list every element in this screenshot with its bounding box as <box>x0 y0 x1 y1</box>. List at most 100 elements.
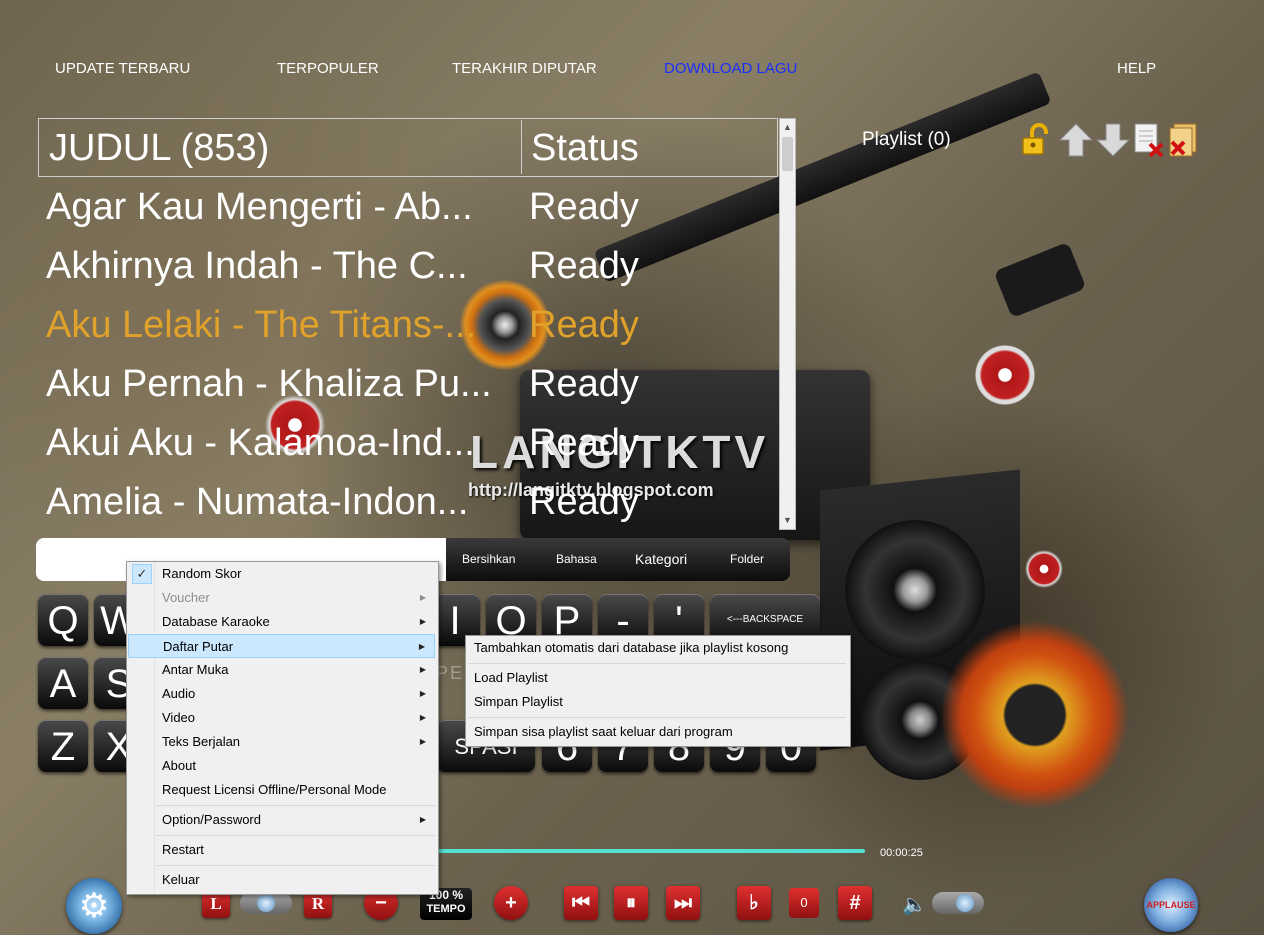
submenu-arrow-icon: ▶ <box>419 593 426 602</box>
menu-item-teks-berjalan[interactable]: Teks Berjalan ▶ <box>128 730 435 754</box>
key-value: 0 <box>789 888 819 918</box>
move-down-icon[interactable] <box>1095 122 1131 158</box>
scroll-thumb[interactable] <box>782 137 793 171</box>
filter-folder-button[interactable]: Folder <box>730 538 764 581</box>
submenu-arrow-icon: ▶ <box>419 665 426 674</box>
next-icon[interactable]: ⏭ <box>666 886 700 920</box>
key-a[interactable]: A <box>38 657 88 709</box>
toggle-knob <box>257 894 275 912</box>
column-header-title[interactable]: JUDUL (853) <box>49 118 269 178</box>
submenu-arrow-icon: ▶ <box>419 617 426 626</box>
menu-separator <box>156 805 435 806</box>
menu-item-about[interactable]: About <box>128 754 435 778</box>
menu-separator <box>156 865 435 866</box>
menu-item-label: Option/Password <box>162 812 261 827</box>
song-title: Amelia - Numata-Indon... <box>46 481 469 523</box>
menu-item-label: Audio <box>162 686 196 701</box>
pause-icon[interactable]: ⏸ <box>614 886 648 920</box>
song-status: Ready <box>529 245 639 287</box>
scroll-up-arrow-icon[interactable]: ▲ <box>780 119 795 136</box>
tempo-up-button[interactable]: + <box>494 886 528 920</box>
song-title: Agar Kau Mengerti - Ab... <box>46 186 473 228</box>
nav-help[interactable]: HELP <box>1117 60 1156 77</box>
song-title: Akui Aku - Kalamoa-Ind... <box>46 422 475 464</box>
tempo-label: TEMPO <box>426 903 466 915</box>
menu-item-voucher[interactable]: Voucher ▶ <box>128 586 435 610</box>
song-status: Ready <box>529 186 639 228</box>
song-row[interactable]: Akui Aku - Kalamoa-Ind... Ready <box>38 414 778 473</box>
volume-toggle[interactable] <box>932 892 984 914</box>
channel-balance-toggle[interactable] <box>240 892 292 914</box>
elapsed-time: 00:00:25 <box>880 847 923 859</box>
delete-all-icon[interactable] <box>1166 122 1202 158</box>
progress-fill <box>437 849 865 853</box>
song-row[interactable]: Amelia - Numata-Indon... Ready <box>38 473 778 532</box>
song-row[interactable]: Aku Pernah - Khaliza Pu... Ready <box>38 355 778 414</box>
nav-terakhir-diputar[interactable]: TERAKHIR DIPUTAR <box>452 60 597 77</box>
submenu-arrow-icon: ▶ <box>418 642 425 651</box>
unlock-icon[interactable] <box>1020 122 1056 158</box>
volume-icon[interactable]: 🔈 <box>902 892 927 917</box>
submenu-item-save-on-exit[interactable]: Simpan sisa playlist saat keluar dari pr… <box>474 720 733 744</box>
menu-item-label: Restart <box>162 842 204 857</box>
menu-item-label: Keluar <box>162 872 200 887</box>
scroll-down-arrow-icon[interactable]: ▼ <box>780 512 795 529</box>
menu-item-daftar-putar[interactable]: Daftar Putar ▶ <box>128 634 435 658</box>
menu-item-restart[interactable]: Restart <box>128 838 435 862</box>
menu-item-database-karaoke[interactable]: Database Karaoke ▶ <box>128 610 435 634</box>
song-row-selected[interactable]: Aku Lelaki - The Titans-... Ready <box>38 296 778 355</box>
column-header-status[interactable]: Status <box>531 118 639 178</box>
menu-item-video[interactable]: Video ▶ <box>128 706 435 730</box>
menu-item-label: Database Karaoke <box>162 614 270 629</box>
submenu-item-save-playlist[interactable]: Simpan Playlist <box>474 690 563 714</box>
menu-item-label: Teks Berjalan <box>162 734 241 749</box>
toggle-knob <box>956 894 974 912</box>
menu-item-audio[interactable]: Audio ▶ <box>128 682 435 706</box>
orange-ring-decoration <box>940 620 1130 810</box>
song-title: Akhirnya Indah - The C... <box>46 245 468 287</box>
playlist-count-label: Playlist (0) <box>862 129 951 150</box>
speaker-decoration <box>845 520 985 660</box>
red-ring-decoration <box>1025 550 1063 588</box>
filter-clear-button[interactable]: Bersihkan <box>462 538 515 581</box>
menu-item-label: Daftar Putar <box>163 639 234 654</box>
menu-separator <box>156 835 435 836</box>
menu-item-random-skor[interactable]: ✓ Random Skor <box>128 562 435 586</box>
key-sharp-button[interactable]: # <box>838 886 872 920</box>
submenu-arrow-icon: ▶ <box>419 737 426 746</box>
submenu-item-load-playlist[interactable]: Load Playlist <box>474 666 548 690</box>
song-title: Aku Lelaki - The Titans-... <box>46 304 477 346</box>
delete-item-icon[interactable] <box>1132 122 1168 158</box>
menu-item-keluar[interactable]: Keluar <box>128 868 435 892</box>
move-up-icon[interactable] <box>1058 122 1094 158</box>
red-ring-decoration <box>975 345 1035 405</box>
settings-gear-icon[interactable]: ⚙ <box>66 878 122 934</box>
previous-icon[interactable]: ⏮ <box>564 886 598 920</box>
guitar-head-decoration <box>993 241 1087 319</box>
song-list-scrollbar[interactable]: ▲ ▼ <box>779 118 796 530</box>
submenu-arrow-icon: ▶ <box>419 689 426 698</box>
key-z[interactable]: Z <box>38 720 88 772</box>
submenu-item-auto-add[interactable]: Tambahkan otomatis dari database jika pl… <box>474 636 788 660</box>
speaker-decoration <box>860 660 980 780</box>
menu-item-label: Antar Muka <box>162 662 229 677</box>
menu-item-label: Voucher <box>162 590 210 605</box>
song-row[interactable]: Akhirnya Indah - The C... Ready <box>38 237 778 296</box>
filter-category-button[interactable]: Kategori <box>635 538 687 581</box>
menu-item-request-license[interactable]: Request Licensi Offline/Personal Mode <box>128 778 435 802</box>
filter-language-button[interactable]: Bahasa <box>556 538 597 581</box>
checkmark-icon: ✓ <box>132 564 152 584</box>
key-q[interactable]: Q <box>38 594 88 646</box>
song-row[interactable]: Agar Kau Mengerti - Ab... Ready <box>38 178 778 237</box>
song-status: Ready <box>529 481 639 523</box>
menu-item-label: Random Skor <box>162 566 242 581</box>
menu-item-antar-muka[interactable]: Antar Muka ▶ <box>128 658 435 682</box>
applause-button[interactable]: APPLAUSE <box>1144 878 1198 932</box>
nav-download-lagu[interactable]: DOWNLOAD LAGU <box>664 60 797 77</box>
key-flat-button[interactable]: ♭ <box>737 886 771 920</box>
nav-terpopuler[interactable]: TERPOPULER <box>277 60 379 77</box>
menu-item-label: Video <box>162 710 196 725</box>
menu-item-option-password[interactable]: Option/Password ▶ <box>128 808 435 832</box>
nav-update-terbaru[interactable]: UPDATE TERBARU <box>55 60 190 77</box>
submenu-arrow-icon: ▶ <box>419 713 426 722</box>
